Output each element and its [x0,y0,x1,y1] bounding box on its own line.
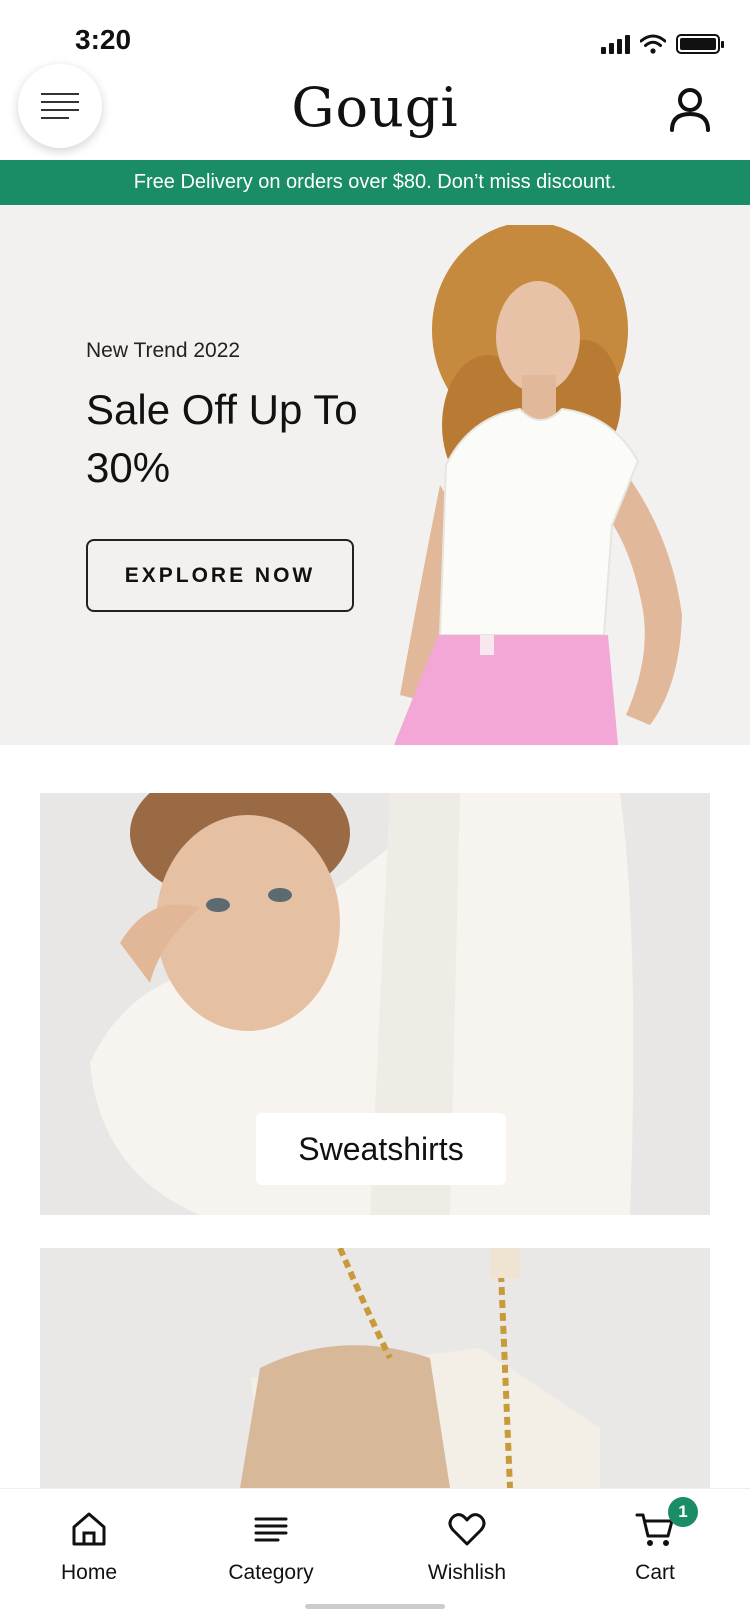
promo-banner: Free Delivery on orders over $80. Don’t … [0,160,750,205]
status-icons [601,34,724,54]
nav-label-home: Home [60,1561,118,1584]
wifi-icon [640,34,666,54]
nav-label-wishlist: Wishlish [427,1561,507,1584]
home-indicator [305,1604,445,1609]
hero-title: Sale Off Up To 30% [86,386,358,491]
bag-image [40,1248,710,1488]
status-time: 3:20 [75,24,132,55]
brand-logo[interactable]: Gougi [0,76,750,139]
hero-model-image [394,225,682,745]
nav-item-category[interactable]: Category [206,1509,336,1585]
cart-count-badge: 1 [668,1497,698,1527]
category-card-bags[interactable] [40,1248,710,1488]
signal-icon [601,34,630,54]
nav-label-category: Category [228,1561,314,1584]
category-label-sweatshirts[interactable]: Sweatshirts [256,1113,506,1185]
nav-item-home[interactable]: Home [24,1509,154,1585]
nav-item-wishlist[interactable]: Wishlish [402,1509,532,1585]
nav-item-cart[interactable]: 1 Cart [590,1497,720,1585]
home-icon [72,1512,106,1546]
user-icon[interactable] [668,86,712,134]
heart-icon [448,1513,486,1546]
list-icon [254,1517,288,1542]
explore-now-button[interactable]: EXPLORE NOW [86,539,354,612]
hero-banner: New Trend 2022 Sale Off Up To 30% EXPLOR… [0,205,750,745]
category-card-sweatshirts[interactable]: Sweatshirts [40,793,710,1215]
battery-icon [676,34,724,54]
hero-kicker: New Trend 2022 [86,339,241,362]
nav-label-cart: Cart [635,1561,675,1584]
app-header: Gougi [0,60,750,160]
